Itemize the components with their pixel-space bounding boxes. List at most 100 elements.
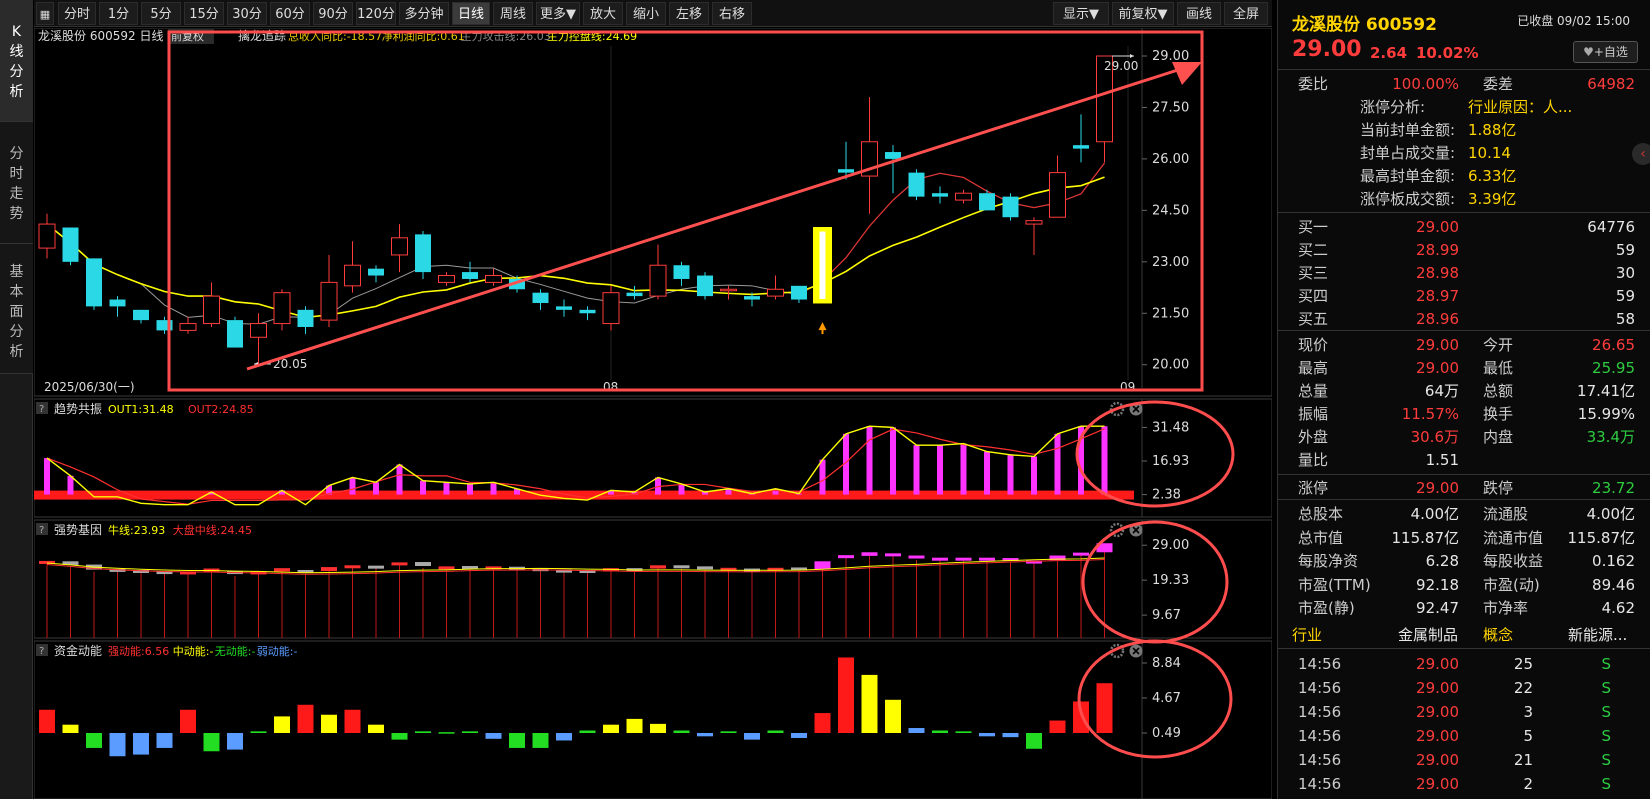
trade-volume: 5 [1523,727,1533,745]
momentum-bar [274,716,290,733]
limit-info-label: 最高封单金额: [1360,167,1456,185]
period-button[interactable]: 30分 [227,2,267,25]
candle-body [203,295,220,325]
momentum-bar [1049,720,1066,733]
candle-body [344,264,361,287]
divider [1278,212,1650,213]
momentum-bar [462,731,478,733]
period-button[interactable]: 周线 [493,2,533,25]
candle-body [391,237,408,256]
bid-row[interactable]: 买三 28.98 30 [1278,261,1650,285]
concept-link[interactable]: 新能源... [1568,623,1627,647]
gene-bar [885,553,901,557]
momentum-bar [109,733,126,757]
resonance-bar [373,482,379,495]
period-button[interactable]: 5分 [141,2,181,25]
y-tick-label: 20.00 [1152,358,1189,373]
tab-kline-analysis[interactable]: K线分析 [0,0,33,122]
industry-link[interactable]: 金属制品 [1398,623,1458,647]
candle-body [579,309,596,314]
chart-area[interactable]: 龙溪股份 600592 日线 前复权 擒龙追踪 总收入同比:-18.57 净利润同比:0… [33,27,1273,799]
trade-side: S [1601,751,1611,769]
momentum-bar [767,730,784,733]
momentum-bar [556,733,572,741]
period-button[interactable]: 缩小 [626,2,666,25]
concept-label: 概念 [1483,626,1514,644]
momentum-bar [603,724,619,733]
resonance-bar [984,451,990,495]
market-status: 已收盘 09/02 15:00 [1517,14,1630,28]
bid-level: 买二 [1298,241,1329,259]
gene-bar [1073,552,1089,556]
bid-row[interactable]: 买二 28.99 59 [1278,238,1650,262]
trade-row: 14:56 29.00 2 S [1278,772,1650,796]
legend-item: 中动能:- [173,644,214,658]
collapse-panel-button[interactable]: ‹ [1632,143,1650,165]
momentum-bar [39,709,55,733]
momentum-bar [86,733,102,748]
period-button[interactable]: 15分 [184,2,224,25]
candle-body [368,268,384,276]
toolbar-option-button[interactable]: 全屏 [1224,2,1268,25]
bid-row[interactable]: 买四 28.97 59 [1278,284,1650,308]
resonance-bar [420,480,426,495]
x-tick-label: 09 [1120,380,1135,394]
bid-price: 28.98 [1416,264,1459,282]
category-row: 行业 金属制品 概念 新能源... [1278,623,1650,647]
fundamental-row: 市盈(静) 92.47 市净率 4.62 [1278,596,1650,620]
momentum-bar [885,699,901,733]
add-watchlist-button[interactable]: ♥+自选 [1573,41,1638,63]
period-button[interactable]: 分时 [58,2,96,25]
period-button[interactable]: 日线 [452,2,490,25]
grid-icon: ▦ [39,8,51,21]
legend-item: 大盘中线:24.45 [173,523,252,537]
period-button[interactable]: 120分 [356,2,396,25]
momentum-bar [1096,683,1113,733]
resonance-bar [1031,456,1037,495]
candle-body [1073,145,1089,149]
momentum-bar [1026,733,1042,749]
toolbar-option-button[interactable]: 显示▼ [1053,2,1109,25]
candle-body [62,227,79,262]
tab-intraday[interactable]: 分时走势 [0,122,33,244]
toolbar-option-button[interactable]: 画线 [1177,2,1221,25]
side-tab-bar: K线分析 分时走势 基本面分析 [0,0,33,799]
period-button[interactable]: 更多▼ [536,2,580,25]
limit-info-label: 涨停板成交额: [1360,190,1456,208]
trade-time: 14:56 [1298,655,1342,673]
period-button[interactable]: 1分 [99,2,138,25]
candle-body [1025,220,1043,225]
stat-row: 总量 64万 总额 17.41亿 [1278,379,1650,403]
toolbar-option-button[interactable]: 前复权▼ [1112,2,1174,25]
candle-body [697,275,713,297]
resonance-bar [396,464,403,495]
fundamental-row: 每股净资 6.28 每股收益 0.162 [1278,549,1650,573]
period-button[interactable]: 左移 [669,2,709,25]
momentum-bar [955,731,972,733]
gene-bar [438,566,455,570]
period-button[interactable]: 60分 [270,2,310,25]
fundamental-label: 市盈(静) [1298,599,1355,617]
divider [1278,648,1650,649]
tab-fundamentals[interactable]: 基本面分析 [0,244,33,374]
momentum-bar [297,704,314,733]
period-toolbar: ▦ 分时 1分 5分 15分 30分 60分 90分 120分 多分钟 日线 周线 更多▼ 放大 缩小 左移右… [34,0,1272,27]
y-tick-label: 24.50 [1152,203,1189,218]
bid-price: 28.96 [1416,310,1459,328]
stat-value: 26.65 [1592,336,1635,354]
bid-volume: 59 [1615,241,1635,259]
period-button[interactable]: 90分 [313,2,353,25]
limit-info-value: 行业原因：人... [1468,98,1573,116]
fundamental-value: 115.87亿 [1567,528,1636,547]
candle-body [720,288,737,292]
period-button[interactable]: 右移 [712,2,752,25]
trade-price: 29.00 [1416,775,1459,793]
y-tick-label: 8.84 [1152,656,1181,671]
bid-row[interactable]: 买一 29.00 64776 [1278,215,1650,239]
legend-item: OUT2:24.85 [188,403,254,416]
bid-row[interactable]: 买五 28.96 58 [1278,307,1650,331]
toolbar-collapse-button[interactable]: ▦ [36,2,54,25]
weicha-value: 64982 [1587,75,1635,93]
period-button[interactable]: 放大 [583,2,623,25]
period-button[interactable]: 多分钟 [399,2,449,25]
